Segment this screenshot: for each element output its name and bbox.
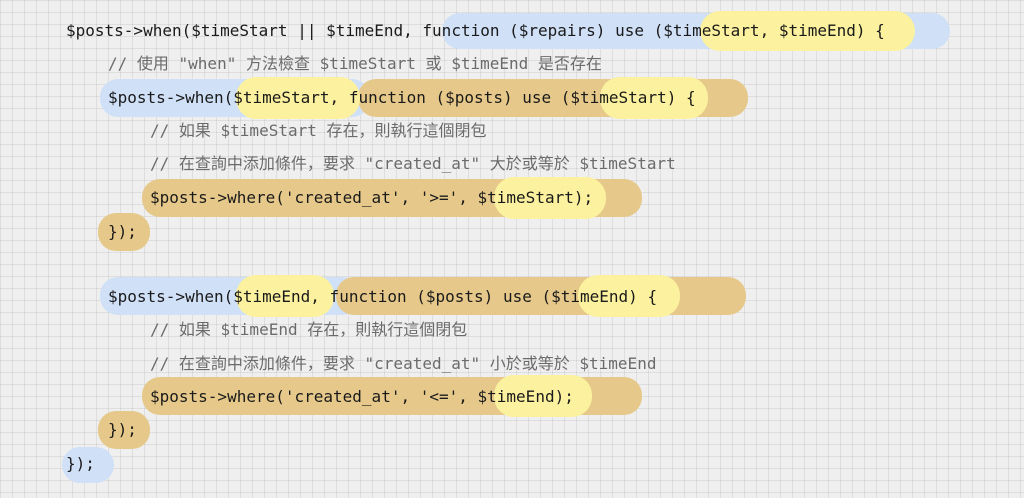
comment-add-condition-gte: // 在查詢中添加條件，要求 "created_at" 大於或等於 $timeS… <box>150 154 676 173</box>
comment-if-timeend: // 如果 $timeEnd 存在，則執行這個閉包 <box>150 320 468 339</box>
code-line-outer-when: $posts->when($timeStart || $timeEnd, fun… <box>66 21 885 40</box>
comment-when-method: // 使用 "when" 方法檢查 $timeStart 或 $timeEnd … <box>108 54 602 73</box>
code-line-when-timeend: $posts->when($timeEnd, function ($posts)… <box>108 287 658 306</box>
code-line-close-outer: }); <box>66 454 95 473</box>
comment-if-timestart: // 如果 $timeStart 存在，則執行這個閉包 <box>150 121 487 140</box>
code-line-where-gte: $posts->where('created_at', '>=', $timeS… <box>150 188 594 207</box>
code-line-where-lte: $posts->where('created_at', '<=', $timeE… <box>150 387 574 406</box>
code-line-close-when-start: }); <box>108 222 137 241</box>
code-line-close-when-end: }); <box>108 420 137 439</box>
code-line-when-timestart: $posts->when($timeStart, function ($post… <box>108 88 696 107</box>
comment-add-condition-lte: // 在查詢中添加條件，要求 "created_at" 小於或等於 $timeE… <box>150 354 657 373</box>
